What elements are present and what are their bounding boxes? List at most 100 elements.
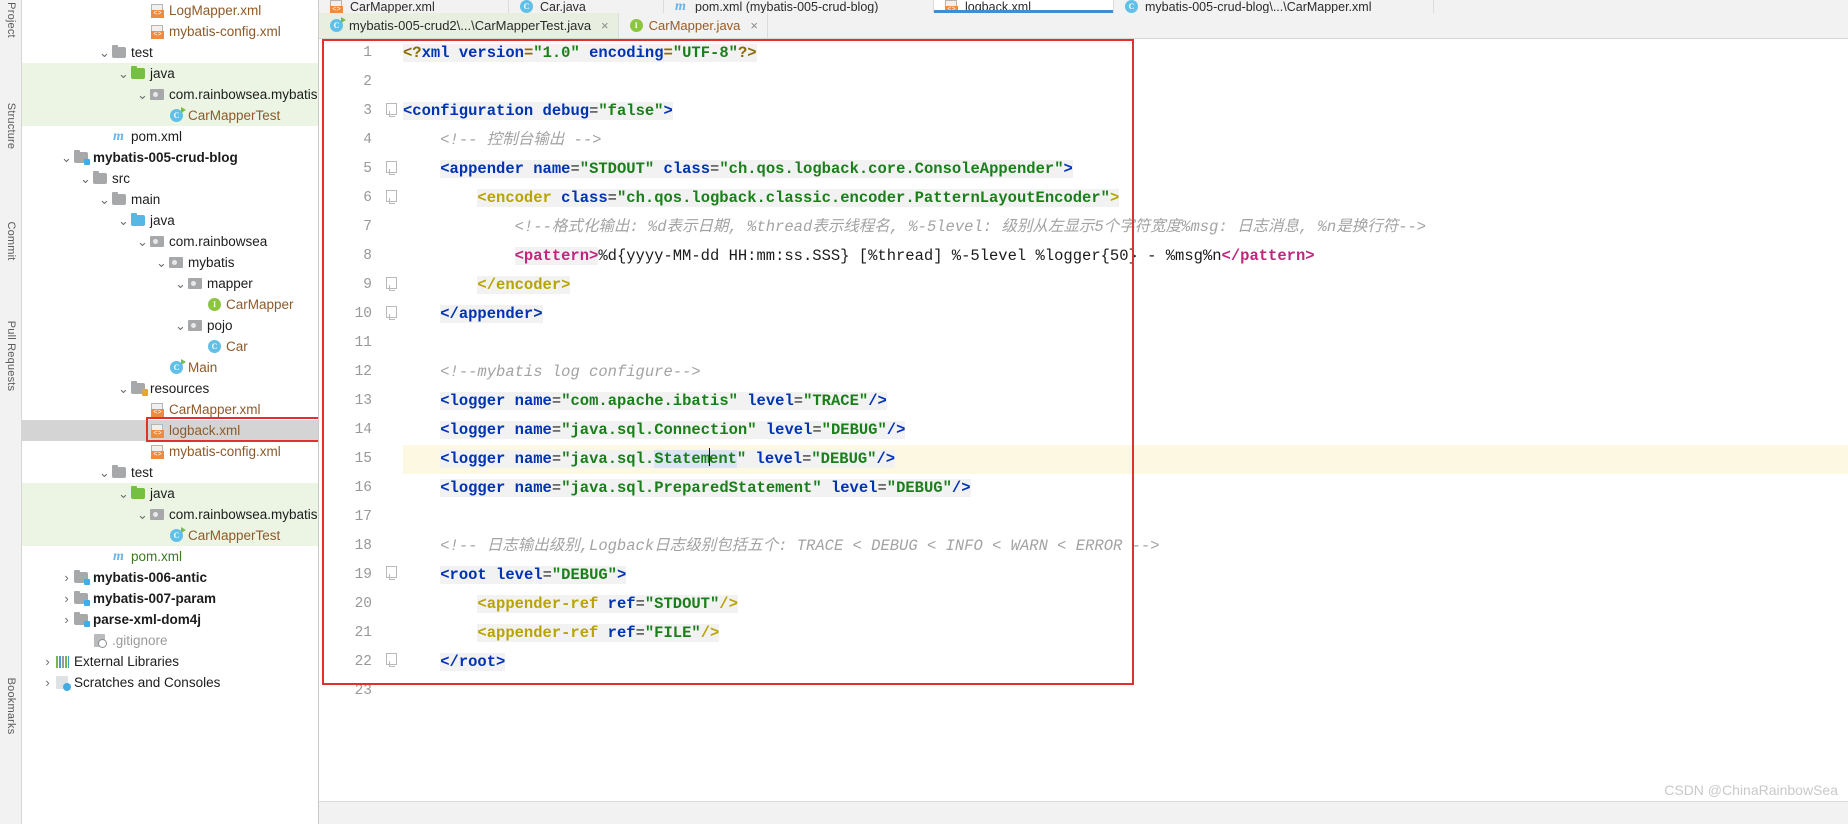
code-line[interactable]: <!--mybatis log configure-->	[403, 358, 1848, 387]
editor-tab-upper[interactable]: C Car.java	[509, 0, 664, 13]
code-line[interactable]: </appender>	[403, 300, 1848, 329]
tree-row[interactable]: ⌄ com.rainbowsea	[22, 231, 318, 252]
chevron-down-icon[interactable]: ⌄	[136, 88, 149, 101]
fold-marker-root-end[interactable]	[386, 653, 397, 667]
chevron-down-icon[interactable]: ⌄	[117, 487, 130, 500]
fold-marker-root[interactable]	[386, 566, 397, 580]
tree-row[interactable]: C CarMapperTest	[22, 105, 318, 126]
chevron-right-icon[interactable]: ›	[60, 571, 73, 584]
chevron-down-icon[interactable]: ⌄	[98, 193, 111, 206]
code-line[interactable]: <!-- 控制台输出 -->	[403, 126, 1848, 155]
close-icon[interactable]: ×	[601, 18, 609, 33]
fold-gutter[interactable]	[381, 39, 403, 824]
fold-marker-configuration[interactable]	[386, 103, 397, 117]
tree-row[interactable]: mybatis-config.xml	[22, 21, 318, 42]
code-line[interactable]: <appender-ref ref="STDOUT"/>	[403, 590, 1848, 619]
tree-row[interactable]: ⌄ java	[22, 63, 318, 84]
tree-row[interactable]: ⌄ mybatis	[22, 252, 318, 273]
code-line[interactable]: <logger name="com.apache.ibatis" level="…	[403, 387, 1848, 416]
tool-tab-structure[interactable]: Structure	[5, 103, 17, 149]
code-line[interactable]: <?xml version="1.0" encoding="UTF-8"?>	[403, 39, 1848, 68]
editor-tab-upper[interactable]: CarMapper.xml	[319, 0, 509, 13]
chevron-down-icon[interactable]: ⌄	[60, 151, 73, 164]
tool-tab-pull-requests[interactable]: Pull Requests	[5, 321, 17, 391]
code-line[interactable]: <pattern>%d{yyyy-MM-dd HH:mm:ss.SSS} [%t…	[403, 242, 1848, 271]
chevron-down-icon[interactable]: ⌄	[117, 382, 130, 395]
code-line[interactable]: </encoder>	[403, 271, 1848, 300]
code-lines[interactable]: <?xml version="1.0" encoding="UTF-8"?> <c…	[403, 39, 1848, 824]
tree-row[interactable]: ⌄ resources	[22, 378, 318, 399]
editor-tab[interactable]: Cmybatis-005-crud2\...\CarMapperTest.jav…	[319, 13, 619, 38]
project-tool-window[interactable]: LogMapper.xml mybatis-config.xml⌄test⌄ja…	[22, 0, 319, 824]
code-line[interactable]	[403, 503, 1848, 532]
chevron-down-icon[interactable]: ⌄	[174, 319, 187, 332]
tree-row[interactable]: .gitignore	[22, 630, 318, 651]
tree-row[interactable]: CarMapper.xml	[22, 399, 318, 420]
code-line[interactable]: <appender name="STDOUT" class="ch.qos.lo…	[403, 155, 1848, 184]
editor-tab-upper[interactable]: Cmybatis-005-crud-blog\...\CarMapper.xml	[1114, 0, 1434, 13]
code-line[interactable]: </root>	[403, 648, 1848, 677]
code-line[interactable]: <appender-ref ref="FILE"/>	[403, 619, 1848, 648]
tree-row[interactable]: ⌄ src	[22, 168, 318, 189]
tree-row[interactable]: › Scratches and Consoles	[22, 672, 318, 693]
tree-row[interactable]: › parse-xml-dom4j	[22, 609, 318, 630]
tree-row[interactable]: I CarMapper	[22, 294, 318, 315]
chevron-down-icon[interactable]: ⌄	[136, 508, 149, 521]
tree-row[interactable]: › External Libraries	[22, 651, 318, 672]
tree-row[interactable]: ⌄ com.rainbowsea.mybatis.tes	[22, 84, 318, 105]
code-line[interactable]: <root level="DEBUG">	[403, 561, 1848, 590]
tree-row[interactable]: C Main	[22, 357, 318, 378]
tree-row[interactable]: LogMapper.xml	[22, 0, 318, 21]
chevron-right-icon[interactable]: ›	[41, 655, 54, 668]
editor-tab-row-upper[interactable]: CarMapper.xml C Car.java m pom.xml (mybatis-…	[319, 0, 1848, 13]
tool-tab-bookmarks[interactable]: Bookmarks	[5, 678, 17, 735]
tree-row[interactable]: ⌄ com.rainbowsea.mybatis.tes	[22, 504, 318, 525]
code-line[interactable]: <encoder class="ch.qos.logback.classic.e…	[403, 184, 1848, 213]
tool-tab-commit[interactable]: Commit	[5, 221, 17, 260]
tree-row[interactable]: m pom.xml	[22, 546, 318, 567]
chevron-down-icon[interactable]: ⌄	[117, 67, 130, 80]
editor-tab-upper[interactable]: logback.xml	[934, 0, 1114, 13]
tree-row[interactable]: C Car	[22, 336, 318, 357]
project-tree[interactable]: LogMapper.xml mybatis-config.xml⌄test⌄ja…	[22, 0, 318, 693]
tree-row[interactable]: logback.xml	[22, 420, 318, 441]
code-editor[interactable]: 1 2 3 4 5 6 7 8 9 10 11 12 13 14 15 16 17 18 19 20 21 22 23 <?…	[319, 39, 1848, 824]
tree-row[interactable]: ⌄ main	[22, 189, 318, 210]
tree-row[interactable]: ⌄ test	[22, 42, 318, 63]
fold-marker-appender-end[interactable]	[386, 306, 397, 320]
code-line[interactable]: <!-- 日志输出级别,Logback日志级别包括五个: TRACE < DEB…	[403, 532, 1848, 561]
code-line[interactable]	[403, 68, 1848, 97]
code-line[interactable]: <configuration debug="false">	[403, 97, 1848, 126]
fold-marker-encoder[interactable]	[386, 190, 397, 204]
editor-tab-upper[interactable]: m pom.xml (mybatis-005-crud-blog)	[664, 0, 934, 13]
code-line[interactable]	[403, 329, 1848, 358]
chevron-down-icon[interactable]: ⌄	[155, 256, 168, 269]
chevron-down-icon[interactable]: ⌄	[98, 46, 111, 59]
code-line[interactable]: <logger name="java.sql.Statement" level=…	[403, 445, 1848, 474]
chevron-right-icon[interactable]: ›	[60, 592, 73, 605]
tree-row[interactable]: m pom.xml	[22, 126, 318, 147]
code-line[interactable]: <logger name="java.sql.Connection" level…	[403, 416, 1848, 445]
editor-tab[interactable]: I CarMapper.java ×	[618, 13, 769, 38]
chevron-down-icon[interactable]: ⌄	[136, 235, 149, 248]
chevron-down-icon[interactable]: ⌄	[98, 466, 111, 479]
tree-row[interactable]: › mybatis-007-param	[22, 588, 318, 609]
code-line[interactable]: <logger name="java.sql.PreparedStatement…	[403, 474, 1848, 503]
tree-row[interactable]: ⌄ mapper	[22, 273, 318, 294]
tree-row[interactable]: ⌄ java	[22, 483, 318, 504]
chevron-down-icon[interactable]: ⌄	[79, 172, 92, 185]
chevron-right-icon[interactable]: ›	[60, 613, 73, 626]
tree-row[interactable]: ⌄ test	[22, 462, 318, 483]
close-icon[interactable]: ×	[750, 18, 758, 33]
chevron-down-icon[interactable]: ⌄	[174, 277, 187, 290]
tree-row[interactable]: › mybatis-006-antic	[22, 567, 318, 588]
fold-marker-encoder-end[interactable]	[386, 277, 397, 291]
code-line[interactable]	[403, 677, 1848, 706]
tree-row[interactable]: mybatis-config.xml	[22, 441, 318, 462]
code-line[interactable]: <!--格式化输出: %d表示日期, %thread表示线程名, %-5leve…	[403, 213, 1848, 242]
chevron-down-icon[interactable]: ⌄	[117, 214, 130, 227]
tool-tab-project[interactable]: Project	[5, 2, 17, 38]
tree-row[interactable]: C CarMapperTest	[22, 525, 318, 546]
tree-row[interactable]: ⌄ pojo	[22, 315, 318, 336]
tree-row[interactable]: ⌄ java	[22, 210, 318, 231]
